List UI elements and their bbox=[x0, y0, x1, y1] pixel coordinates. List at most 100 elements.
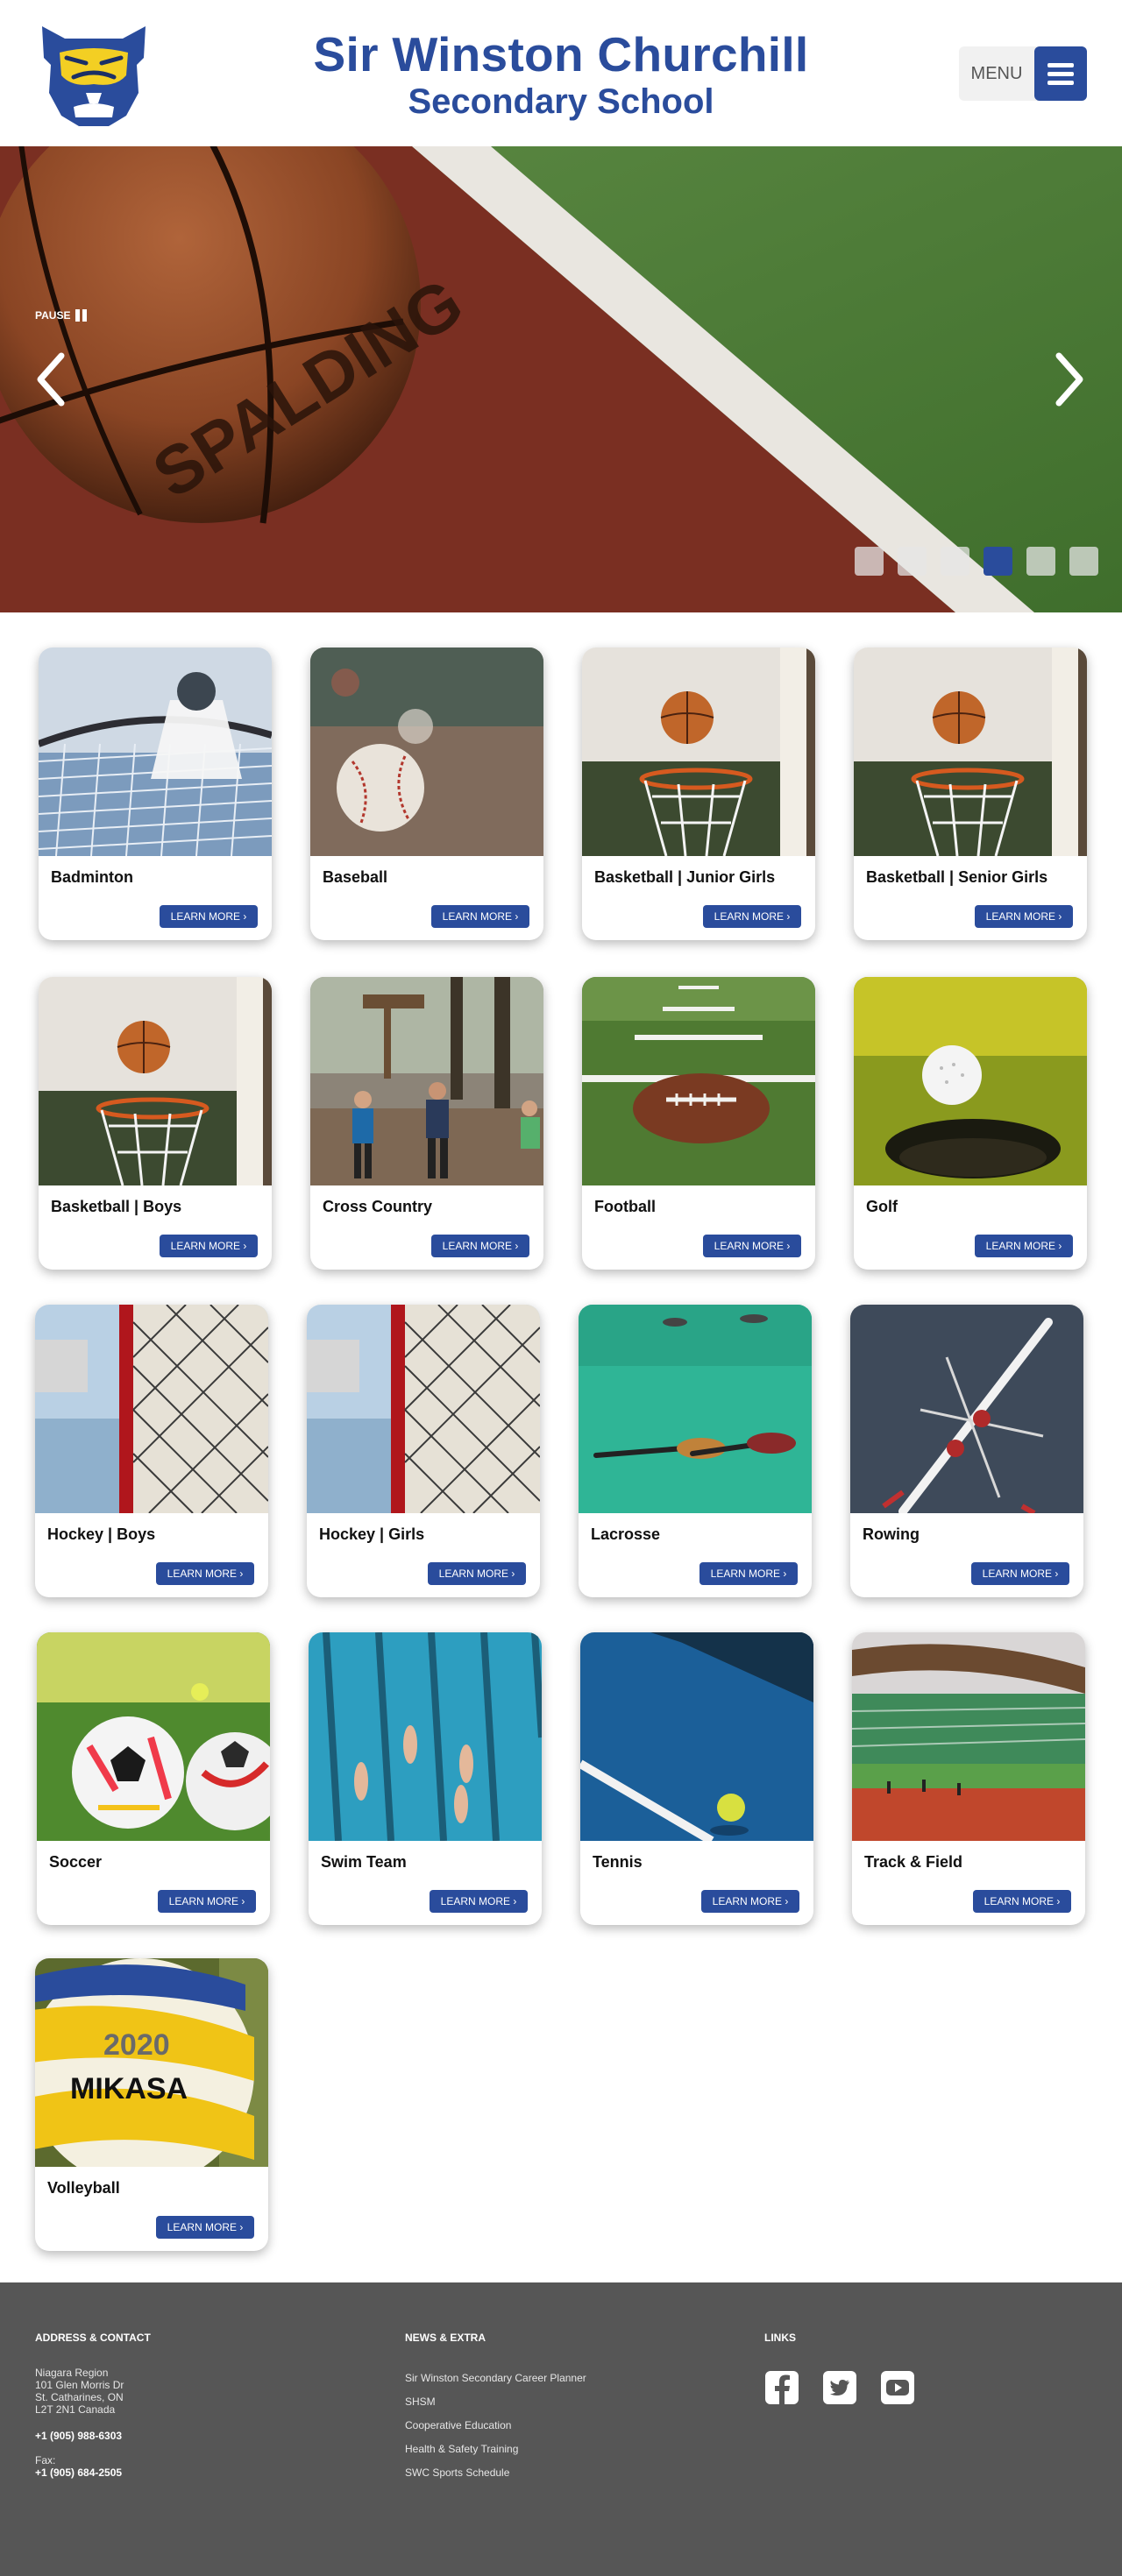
sport-name: Hockey | Boys bbox=[47, 1525, 156, 1543]
pause-icon bbox=[75, 309, 88, 322]
school-name-line2: Secondary School bbox=[408, 82, 714, 121]
facebook-icon[interactable] bbox=[764, 2370, 799, 2405]
address-line: 101 Glen Morris Dr bbox=[35, 2379, 124, 2391]
sport-name: Badminton bbox=[51, 868, 133, 886]
slide-dot-1[interactable] bbox=[855, 547, 884, 576]
footer-heading-links: LINKS bbox=[764, 2332, 796, 2344]
learn-more-button[interactable]: LEARN MORE › bbox=[431, 905, 529, 928]
sport-card-football[interactable]: Football LEARN MORE › bbox=[582, 977, 815, 1270]
hamburger-icon bbox=[1034, 46, 1087, 101]
sport-card-hockey-boys[interactable]: Hockey | Boys LEARN MORE › bbox=[35, 1305, 268, 1597]
baseball-image bbox=[310, 648, 543, 856]
address-line: L2T 2N1 Canada bbox=[35, 2403, 116, 2416]
sport-card-swim-team[interactable]: Swim Team LEARN MORE › bbox=[309, 1632, 542, 1925]
learn-more-button[interactable]: LEARN MORE › bbox=[430, 1890, 528, 1913]
sport-card-badminton[interactable]: Badminton LEARN MORE › bbox=[39, 648, 272, 940]
sport-card-cross-country[interactable]: Cross Country LEARN MORE › bbox=[310, 977, 543, 1270]
hero-slider: SPALDING PAUSE bbox=[0, 146, 1122, 612]
footer-link-career-planner[interactable]: Sir Winston Secondary Career Planner bbox=[405, 2372, 586, 2384]
learn-more-button[interactable]: LEARN MORE › bbox=[160, 1235, 258, 1257]
footer-address-column: ADDRESS & CONTACT Niagara Region 101 Gle… bbox=[35, 2332, 151, 2479]
slide-dot-3[interactable] bbox=[941, 547, 969, 576]
learn-more-button[interactable]: LEARN MORE › bbox=[156, 2216, 254, 2239]
twitter-icon[interactable] bbox=[822, 2370, 857, 2405]
sport-card-rowing[interactable]: Rowing LEARN MORE › bbox=[850, 1305, 1083, 1597]
hockey-net-image bbox=[307, 1305, 540, 1513]
sport-name: Swim Team bbox=[321, 1853, 407, 1871]
footer-link-shsm[interactable]: SHSM bbox=[405, 2396, 586, 2408]
chevron-left-icon[interactable] bbox=[33, 350, 68, 408]
slide-dot-5[interactable] bbox=[1026, 547, 1055, 576]
fax-number: +1 (905) 684-2505 bbox=[35, 2466, 123, 2479]
footer-link-health-safety[interactable]: Health & Safety Training bbox=[405, 2443, 586, 2455]
learn-more-button[interactable]: LEARN MORE › bbox=[703, 905, 801, 928]
address-line: St. Catharines, ON bbox=[35, 2391, 124, 2403]
volleyball-image: 2020 MIKASA bbox=[35, 1958, 268, 2167]
slide-dot-6[interactable] bbox=[1069, 547, 1098, 576]
sport-name: Baseball bbox=[323, 868, 388, 886]
soccer-image bbox=[37, 1632, 270, 1841]
pause-label: PAUSE bbox=[35, 309, 71, 322]
basketball-hoop-image bbox=[854, 648, 1087, 856]
footer-link-sports-schedule[interactable]: SWC Sports Schedule bbox=[405, 2466, 586, 2479]
slide-dot-4[interactable] bbox=[984, 547, 1012, 576]
sport-card-volleyball[interactable]: 2020 MIKASA Volleyball LEARN MORE › bbox=[35, 1958, 268, 2251]
chevron-right-icon[interactable] bbox=[1052, 350, 1087, 408]
site-footer: ADDRESS & CONTACT Niagara Region 101 Gle… bbox=[0, 2282, 1122, 2576]
learn-more-button[interactable]: LEARN MORE › bbox=[703, 1235, 801, 1257]
learn-more-button[interactable]: LEARN MORE › bbox=[156, 1562, 254, 1585]
slide-dot-2[interactable] bbox=[898, 547, 927, 576]
school-name[interactable]: Sir Winston Churchill Secondary School bbox=[0, 26, 1122, 121]
sport-card-tennis[interactable]: Tennis LEARN MORE › bbox=[580, 1632, 813, 1925]
sport-card-track-and-field[interactable]: Track & Field LEARN MORE › bbox=[852, 1632, 1085, 1925]
footer-heading-address: ADDRESS & CONTACT bbox=[35, 2332, 151, 2344]
pause-button[interactable]: PAUSE bbox=[35, 309, 88, 322]
sport-card-soccer[interactable]: Soccer LEARN MORE › bbox=[37, 1632, 270, 1925]
volleyball-year-text: 2020 bbox=[103, 2028, 170, 2062]
slide-indicators bbox=[855, 547, 1098, 576]
learn-more-button[interactable]: LEARN MORE › bbox=[158, 1890, 256, 1913]
learn-more-button[interactable]: LEARN MORE › bbox=[971, 1562, 1069, 1585]
rowing-image bbox=[850, 1305, 1083, 1513]
sports-grid: Badminton LEARN MORE › Baseball LEARN MO… bbox=[0, 612, 1122, 2282]
sport-card-golf[interactable]: Golf LEARN MORE › bbox=[854, 977, 1087, 1270]
sport-card-basketball-senior-girls[interactable]: Basketball | Senior Girls LEARN MORE › bbox=[854, 648, 1087, 940]
sport-card-baseball[interactable]: Baseball LEARN MORE › bbox=[310, 648, 543, 940]
footer-link-cooperative-education[interactable]: Cooperative Education bbox=[405, 2419, 586, 2431]
sport-name: Football bbox=[594, 1198, 656, 1215]
learn-more-button[interactable]: LEARN MORE › bbox=[975, 1235, 1073, 1257]
sport-card-basketball-junior-girls[interactable]: Basketball | Junior Girls LEARN MORE › bbox=[582, 648, 815, 940]
sport-card-hockey-girls[interactable]: Hockey | Girls LEARN MORE › bbox=[307, 1305, 540, 1597]
basketball-hoop-image bbox=[39, 977, 272, 1185]
sport-name: Hockey | Girls bbox=[319, 1525, 425, 1543]
learn-more-button[interactable]: LEARN MORE › bbox=[431, 1235, 529, 1257]
hockey-net-image bbox=[35, 1305, 268, 1513]
sport-name: Volleyball bbox=[47, 2179, 120, 2197]
learn-more-button[interactable]: LEARN MORE › bbox=[701, 1890, 799, 1913]
sport-card-basketball-boys[interactable]: Basketball | Boys LEARN MORE › bbox=[39, 977, 272, 1270]
footer-links-column: LINKS bbox=[764, 2332, 915, 2405]
social-links bbox=[764, 2370, 915, 2405]
address-line: Niagara Region bbox=[35, 2367, 109, 2379]
learn-more-button[interactable]: LEARN MORE › bbox=[975, 905, 1073, 928]
learn-more-button[interactable]: LEARN MORE › bbox=[973, 1890, 1071, 1913]
youtube-icon[interactable] bbox=[880, 2370, 915, 2405]
hero-image-basketball-court: SPALDING bbox=[0, 146, 1122, 612]
menu-button[interactable]: MENU bbox=[959, 46, 1087, 101]
learn-more-button[interactable]: LEARN MORE › bbox=[699, 1562, 798, 1585]
tennis-court-image bbox=[580, 1632, 813, 1841]
learn-more-button[interactable]: LEARN MORE › bbox=[160, 905, 258, 928]
golf-image bbox=[854, 977, 1087, 1185]
footer-heading-news: NEWS & EXTRA bbox=[405, 2332, 486, 2344]
footer-news-column: NEWS & EXTRA Sir Winston Secondary Caree… bbox=[405, 2332, 586, 2490]
sport-name: Tennis bbox=[593, 1853, 643, 1871]
track-stadium-image bbox=[852, 1632, 1085, 1841]
phone-number[interactable]: +1 (905) 988-6303 bbox=[35, 2430, 151, 2442]
learn-more-button[interactable]: LEARN MORE › bbox=[428, 1562, 526, 1585]
swimming-pool-image bbox=[309, 1632, 542, 1841]
sport-name: Track & Field bbox=[864, 1853, 963, 1871]
lacrosse-image bbox=[579, 1305, 812, 1513]
sport-name: Soccer bbox=[49, 1853, 103, 1871]
site-header: Sir Winston Churchill Secondary School M… bbox=[0, 0, 1122, 146]
sport-card-lacrosse[interactable]: Lacrosse LEARN MORE › bbox=[579, 1305, 812, 1597]
